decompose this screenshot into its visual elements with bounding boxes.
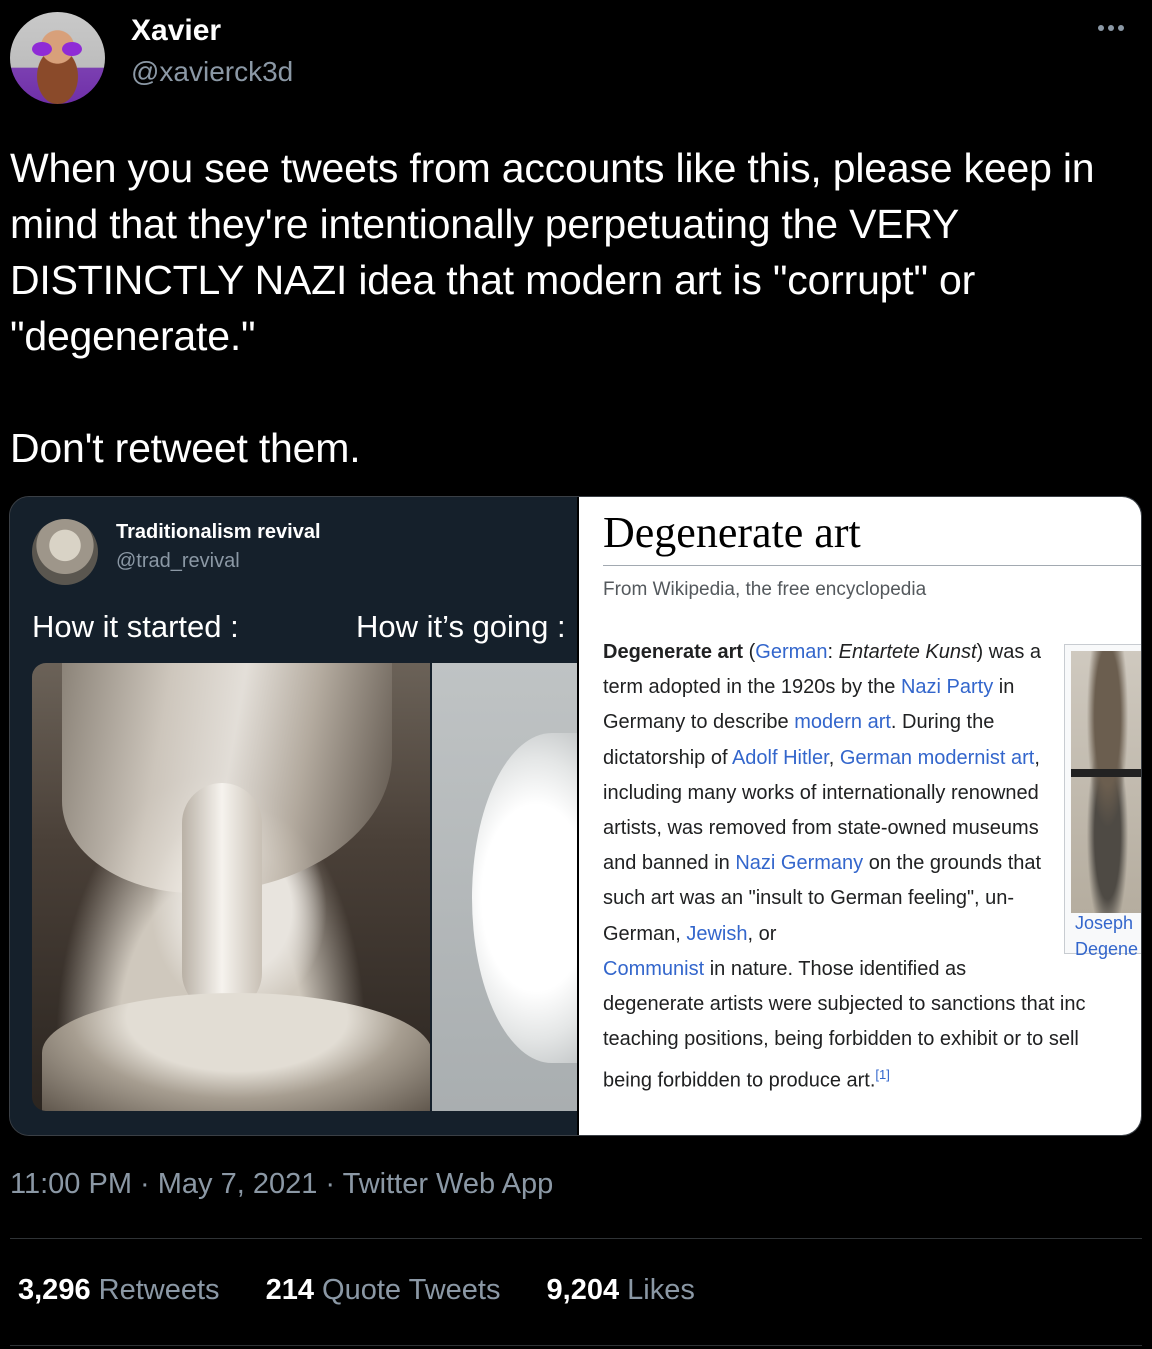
wiki-link-hitler: Adolf Hitler (731, 746, 829, 769)
likes-label: Likes (627, 1274, 695, 1306)
exhibition-photo (1071, 651, 1141, 913)
tweet-stats: 3,296 Retweets 214 Quote Tweets 9,204 Li… (18, 1274, 733, 1307)
wiki-link-communist: Communist (603, 957, 705, 980)
divider (10, 1345, 1142, 1346)
sunglasses-graphic (32, 42, 82, 56)
quote-tweets-stat[interactable]: 214 Quote Tweets (266, 1274, 501, 1307)
quotes-count: 214 (265, 1274, 314, 1306)
retweets-count: 3,296 (18, 1274, 91, 1306)
wiki-german-term: Entartete Kunst (838, 641, 977, 663)
author-avatar[interactable] (10, 12, 105, 104)
wiki-line: teaching positions, being forbidden to e… (603, 1028, 1079, 1051)
fountain-urinal-image (432, 663, 632, 1111)
retweets-stat[interactable]: 3,296 Retweets (18, 1274, 220, 1307)
wiki-text: in nature. Those identified as (704, 957, 967, 980)
embedded-tweet-screenshot: Traditionalism revival @trad_revival How… (10, 497, 632, 1135)
wiki-text: , or (747, 922, 777, 945)
likes-stat[interactable]: 9,204 Likes (547, 1274, 695, 1307)
embedded-name: Traditionalism revival (116, 521, 321, 543)
wiki-link-nazi-party: Nazi Party (900, 676, 994, 699)
quotes-label: Quote Tweets (322, 1274, 501, 1306)
wiki-tagline: From Wikipedia, the free encyclopedia (603, 579, 927, 600)
author-name[interactable]: Xavier (131, 14, 221, 48)
more-options-icon[interactable] (1098, 18, 1134, 32)
wiki-citation: [1] (875, 1067, 890, 1083)
wikipedia-screenshot: Degenerate art From Wikipedia, the free … (577, 497, 1141, 1135)
caption-how-its-going: How it’s going : (356, 609, 566, 644)
wiki-thumbnail: Joseph Degene (1064, 644, 1141, 959)
caption-how-it-started: How it started : (32, 609, 239, 644)
wiki-link-jewish: Jewish (686, 922, 748, 945)
likes-count: 9,204 (546, 1274, 620, 1306)
embedded-handle: @trad_revival (116, 550, 240, 572)
wiki-link-german: German (755, 641, 828, 663)
wiki-line: being forbidden to produce art.[1] (603, 1057, 1141, 1099)
tweet-text: When you see tweets from accounts like t… (10, 145, 1095, 471)
thumb-caption: Degene (1075, 939, 1139, 959)
wiki-body: Degenerate art (German: Entartete Kunst)… (603, 635, 1086, 1099)
tweet-media[interactable]: Traditionalism revival @trad_revival How… (9, 496, 1142, 1136)
author-handle[interactable]: @xavierck3d (131, 56, 293, 88)
wiki-line: Communist in nature. Those identified as (603, 952, 1141, 987)
embedded-avatar (32, 519, 98, 585)
wiki-line: degenerate artists were subjected to san… (603, 993, 1086, 1016)
wiki-text: being forbidden to produce art. (603, 1070, 876, 1093)
wiki-link-modern-art: modern art (794, 711, 891, 734)
tweet-timestamp[interactable]: 11:00 PM · May 7, 2021 · Twitter Web App (10, 1168, 553, 1201)
wiki-link-german-modernist-art: German modernist art (839, 746, 1035, 769)
thumb-caption: Joseph (1075, 913, 1134, 933)
tweet-header: Xavier @xavierck3d (0, 0, 1152, 110)
retweets-label: Retweets (98, 1274, 220, 1306)
wiki-link-nazi-germany: Nazi Germany (735, 852, 864, 875)
wiki-title: Degenerate art (603, 508, 861, 557)
divider (10, 1238, 1142, 1239)
wiki-term: Degenerate art (603, 641, 744, 663)
statue-foot-image (32, 663, 430, 1111)
wiki-title-divider (603, 565, 1141, 566)
